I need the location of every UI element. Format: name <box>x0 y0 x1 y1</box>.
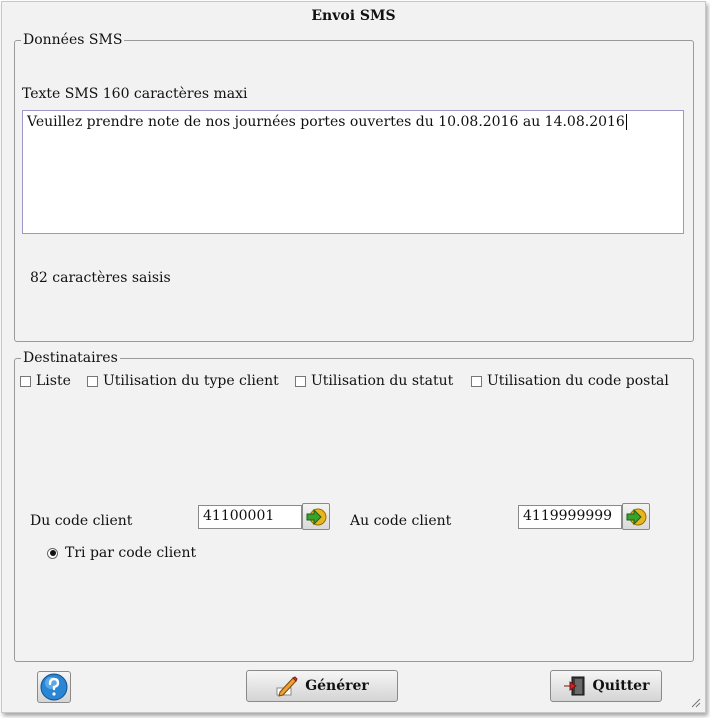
radio-sort-client-code-label: Tri par code client <box>65 545 197 561</box>
checkbox-client-type-label: Utilisation du type client <box>103 373 279 389</box>
window-title: Envoi SMS <box>311 8 396 24</box>
arrow-right-icon <box>626 508 647 525</box>
pencil-icon <box>276 676 298 697</box>
radio-sort-client-code-dot[interactable] <box>47 547 58 559</box>
checkbox-postal-code-box[interactable] <box>471 375 482 387</box>
checkbox-client-type-box[interactable] <box>87 375 98 387</box>
checkbox-status-label: Utilisation du statut <box>311 373 454 389</box>
checkbox-postal-code-label: Utilisation du code postal <box>487 373 669 389</box>
checkbox-status[interactable]: Utilisation du statut <box>295 373 453 389</box>
radio-sort-client-code[interactable]: Tri par code client <box>47 545 196 561</box>
char-count: 82 caractères saisis <box>30 270 171 286</box>
sms-data-legend: Données SMS <box>23 32 123 48</box>
checkbox-client-type[interactable]: Utilisation du type client <box>87 373 279 389</box>
to-client-input[interactable]: 4119999999 <box>518 505 622 529</box>
quit-button-label: Quitter <box>592 678 650 694</box>
checkbox-liste-box[interactable] <box>20 375 31 387</box>
from-client-label: Du code client <box>30 513 133 529</box>
generate-button[interactable]: Générer <box>246 670 398 702</box>
to-client-label: Au code client <box>350 513 452 529</box>
checkbox-liste[interactable]: Liste <box>20 373 71 389</box>
sms-window: Envoi SMS Données SMS Texte SMS 160 cara… <box>1 1 706 713</box>
arrow-right-icon <box>306 508 327 525</box>
from-client-go-button[interactable] <box>302 503 330 530</box>
generate-button-label: Générer <box>305 678 369 694</box>
resize-grip-icon[interactable] <box>689 696 701 708</box>
sms-text-label: Texte SMS 160 caractères maxi <box>22 86 248 102</box>
sms-text-area[interactable]: Veuillez prendre note de nos journées po… <box>22 110 684 234</box>
help-button[interactable] <box>37 671 71 703</box>
recipients-legend: Destinataires <box>23 350 118 366</box>
checkbox-status-box[interactable] <box>295 375 306 387</box>
exit-door-icon <box>563 676 585 696</box>
checkbox-liste-label: Liste <box>36 373 71 389</box>
checkbox-postal-code[interactable]: Utilisation du code postal <box>471 373 669 389</box>
sms-text-value: Veuillez prendre note de nos journées po… <box>27 114 625 130</box>
quit-button[interactable]: Quitter <box>550 670 662 702</box>
text-cursor <box>625 114 627 130</box>
to-client-go-button[interactable] <box>622 503 650 530</box>
from-client-input[interactable]: 41100001 <box>198 505 302 529</box>
help-icon <box>40 673 68 701</box>
